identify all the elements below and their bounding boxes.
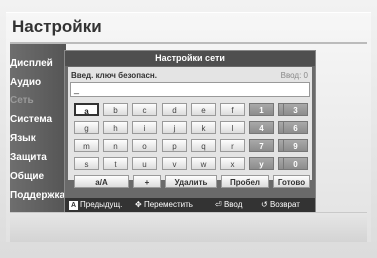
key-n[interactable]: n	[103, 139, 128, 152]
key-i[interactable]: i	[132, 121, 157, 134]
key-1[interactable]: 1	[249, 103, 274, 116]
key-7[interactable]: 7	[249, 139, 274, 152]
key-plus[interactable]: +	[133, 175, 161, 188]
network-settings-dialog: Настройки сети Введ. ключ безопасн. Ввод…	[64, 50, 316, 212]
key-case-toggle[interactable]: a/A	[74, 175, 129, 188]
key-g[interactable]: g	[74, 121, 99, 134]
menu-item-network[interactable]: Сеть	[10, 95, 34, 106]
key-b[interactable]: b	[103, 103, 128, 116]
key-j[interactable]: j	[162, 121, 187, 134]
key-0[interactable]: 0	[283, 157, 308, 170]
dialog-content: Введ. ключ безопасн. Ввод: 0 _ a b c d e…	[68, 67, 312, 188]
key-6[interactable]: 6	[283, 121, 308, 134]
key-4[interactable]: 4	[249, 121, 274, 134]
footer-prev[interactable]: A Предыдущ.	[69, 198, 122, 212]
footer-back-label: Возврат	[269, 200, 300, 209]
footer-move: ✥ Переместить	[135, 198, 193, 212]
move-arrows-icon: ✥	[135, 200, 144, 209]
input-count: Ввод: 0	[280, 71, 308, 80]
menu-item-audio[interactable]: Аудио	[10, 77, 41, 88]
key-f[interactable]: f	[220, 103, 245, 116]
menu-item-language[interactable]: Язык	[10, 133, 36, 144]
key-done[interactable]: Готово	[273, 175, 310, 188]
key-q[interactable]: q	[191, 139, 216, 152]
footer-enter[interactable]: ⏎ Ввод	[215, 198, 242, 212]
menu-item-system[interactable]: Система	[10, 114, 52, 125]
security-key-input[interactable]: _	[70, 82, 310, 97]
bottom-band	[10, 212, 367, 242]
menu-item-general[interactable]: Общие	[10, 171, 44, 182]
key-a[interactable]: a	[74, 103, 99, 116]
menu-item-display[interactable]: Дисплей	[10, 58, 53, 69]
return-icon: ↺	[261, 200, 270, 209]
key-3[interactable]: 3	[283, 103, 308, 116]
key-k[interactable]: k	[191, 121, 216, 134]
enter-icon: ⏎	[215, 200, 224, 209]
key-y[interactable]: y	[249, 157, 274, 170]
page-title: Настройки	[12, 17, 102, 36]
settings-menu	[10, 44, 66, 212]
key-c[interactable]: c	[132, 103, 157, 116]
dialog-title: Настройки сети	[65, 51, 315, 66]
key-u[interactable]: u	[132, 157, 157, 170]
footer-move-label: Переместить	[143, 200, 193, 209]
key-p[interactable]: p	[162, 139, 187, 152]
footer-prev-label: Предыдущ.	[80, 200, 123, 209]
key-h[interactable]: h	[103, 121, 128, 134]
key-w[interactable]: w	[191, 157, 216, 170]
footer-back[interactable]: ↺ Возврат	[261, 198, 300, 212]
key-delete[interactable]: Удалить	[165, 175, 217, 188]
key-t[interactable]: t	[103, 157, 128, 170]
key-x[interactable]: x	[220, 157, 245, 170]
menu-item-security[interactable]: Защита	[10, 152, 47, 163]
key-e[interactable]: e	[191, 103, 216, 116]
dialog-footer: A Предыдущ. ✥ Переместить ⏎ Ввод ↺ Возвра…	[65, 198, 315, 212]
key-s[interactable]: s	[74, 157, 99, 170]
key-d[interactable]: d	[162, 103, 187, 116]
key-o[interactable]: o	[132, 139, 157, 152]
key-l[interactable]: l	[220, 121, 245, 134]
key-m[interactable]: m	[74, 139, 99, 152]
a-button-icon: A	[69, 201, 78, 210]
security-key-label: Введ. ключ безопасн.	[71, 71, 157, 80]
footer-enter-label: Ввод	[223, 200, 243, 209]
menu-item-support[interactable]: Поддержка	[10, 190, 65, 201]
key-9[interactable]: 9	[283, 139, 308, 152]
key-v[interactable]: v	[162, 157, 187, 170]
key-r[interactable]: r	[220, 139, 245, 152]
key-space[interactable]: Пробел	[221, 175, 269, 188]
